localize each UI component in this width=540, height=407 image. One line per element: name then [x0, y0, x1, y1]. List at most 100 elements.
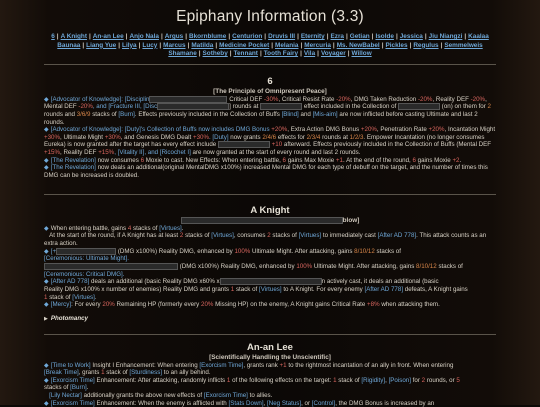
nav-link-ezra[interactable]: Ezra — [330, 33, 344, 40]
nav-link-tennant[interactable]: Tennant — [234, 50, 258, 57]
text-link[interactable]: [Sturdiness] — [129, 369, 162, 376]
text-link[interactable]: [Lily Nectar] — [49, 392, 82, 399]
text-link[interactable]: [Virtues] — [211, 232, 234, 239]
text-link[interactable]: [Stats Down] — [229, 400, 264, 407]
nav-link-jessica[interactable]: Jessica — [400, 33, 423, 40]
text: stacks of — [376, 247, 401, 255]
text-link[interactable]: [Ceremonious: Ultimate Might]. — [44, 255, 129, 262]
text-link[interactable]: , [Vitality II], and — [114, 149, 158, 156]
value: 1/2/3 — [349, 133, 364, 141]
value: 20% — [201, 301, 214, 309]
text-link[interactable]: [Virtues] — [72, 294, 95, 301]
text-link[interactable]: [Burn] — [118, 111, 135, 118]
text-link[interactable]: [Ricochet I] — [160, 149, 191, 156]
character-nav: 6 | A Knight | An-an Lee | Anjo Nala | Argus | Bko… — [8, 33, 532, 59]
nav-link-vila[interactable]: Vila — [304, 50, 315, 57]
text-link[interactable]: [Advocator of Knowledge]: [Duty]'s Colle… — [51, 126, 270, 133]
text-link[interactable]: [Break Time] — [44, 369, 79, 376]
text: to A Knight. For every enemy — [283, 285, 363, 293]
value: 2 — [421, 376, 426, 384]
text-link[interactable]: [After AD 778] — [51, 278, 90, 285]
nav-link-baunaa[interactable]: Baunaa — [57, 42, 80, 49]
text-link[interactable]: [Advocator of Knowledge]: [Disciplin — [51, 96, 150, 103]
value: +15% — [44, 149, 60, 157]
value: +30% — [44, 133, 60, 141]
text-link[interactable]: [After AD 778] — [378, 232, 417, 239]
nav-link-mercuria[interactable]: Mercuria — [304, 42, 331, 49]
nav-link-regulus[interactable]: Regulus — [413, 42, 438, 49]
text-link[interactable]: . [Duty] — [209, 134, 229, 141]
nav-separator: | — [125, 33, 128, 40]
text-link[interactable]: [Blind] — [282, 111, 299, 118]
nav-separator: | — [259, 50, 262, 58]
text: Reality DMG x100% x number of enemies) R… — [44, 285, 230, 293]
nav-link-a-knight[interactable]: A Knight — [61, 33, 87, 40]
text-link[interactable]: [Burn] — [70, 384, 87, 391]
nav-link-ms-newbabel[interactable]: Ms. NewBabel — [337, 42, 380, 49]
section-title: An-an Lee — [247, 342, 293, 353]
text-link[interactable]: [Poison] — [389, 377, 411, 384]
nav-link-tooth-fairy[interactable]: Tooth Fairy — [264, 50, 298, 57]
nav-link-medicine-pocket[interactable]: Medicine Pocket — [219, 42, 269, 49]
nav-separator: | — [345, 33, 348, 40]
text-link[interactable]: [The Revelation] — [51, 164, 96, 171]
section-title: 6 — [267, 76, 273, 87]
nav-separator: | — [118, 41, 121, 49]
nav-link-druvis-iii[interactable]: Druvis III — [268, 33, 295, 40]
text-link[interactable]: [Time to Work] — [51, 362, 91, 369]
text-link[interactable]: [Mis-aim] — [313, 111, 338, 118]
text-link[interactable]: [After AD 778] — [365, 286, 404, 293]
text-link[interactable]: [Exorcism Time] — [204, 392, 248, 399]
nav-link-melania[interactable]: Melania — [275, 42, 298, 49]
text: are now granted at the start of every ro… — [192, 149, 361, 157]
nav-link-centurion[interactable]: Centurion — [232, 33, 262, 40]
nav-link-6[interactable]: 6 — [51, 33, 55, 40]
nav-link-anjo-nala[interactable]: Anjo Nala — [129, 33, 158, 40]
text-link[interactable]: [Exorcism Time] — [199, 362, 243, 369]
text-link[interactable]: [Ceremonious: Critical DMG]. — [44, 271, 124, 278]
value: 1 — [230, 285, 235, 293]
nav-separator: | — [159, 41, 162, 49]
text: to an ally behind. — [163, 369, 211, 377]
nav-link-argus[interactable]: Argus — [165, 33, 183, 40]
value: 1 — [101, 369, 105, 377]
photomancy-toggle[interactable]: ▶ Photomancy — [44, 315, 496, 324]
nav-link-isolde[interactable]: Isolde — [375, 33, 393, 40]
nav-link-lucy[interactable]: Lucy — [142, 42, 157, 49]
text-link[interactable]: [Mercy] — [51, 301, 71, 308]
text-link[interactable]: [The Revelation] — [51, 157, 96, 164]
nav-link-jiu-niangzi[interactable]: Jiu Niangzi — [429, 33, 463, 40]
nav-link-getian[interactable]: Getian — [350, 33, 370, 40]
nav-link-lilya[interactable]: Lilya — [122, 42, 137, 49]
value: +30% — [192, 133, 209, 141]
nav-link-bkornblume[interactable]: Bkornblume — [189, 33, 226, 40]
text-link[interactable]: , and [Fracture III, [Disc — [93, 103, 157, 110]
text-link[interactable]: [Neg Status] — [267, 400, 301, 407]
nav-link-an-an-lee[interactable]: An-an Lee — [93, 33, 124, 40]
text-link[interactable]: [Rigidity] — [361, 377, 385, 384]
nav-link-pickles[interactable]: Pickles — [385, 42, 407, 49]
nav-link-liang-yue[interactable]: Liang Yue — [86, 42, 116, 49]
nav-link-marcus[interactable]: Marcus — [163, 42, 185, 49]
nav-link-sotheby[interactable]: Sotheby — [203, 50, 228, 57]
text-link[interactable]: [Exorcism Time] — [51, 400, 95, 407]
nav-link-voyager[interactable]: Voyager — [321, 50, 346, 57]
text: At the start of the round, if A Knight h… — [49, 232, 179, 240]
nav-separator: | — [264, 33, 267, 40]
nav-link-shamane[interactable]: Shamane — [168, 50, 196, 57]
text-link[interactable]: [Control] — [312, 400, 335, 407]
list-item: ◆ [Time to Work] Insight I Enhancement: W… — [44, 362, 496, 377]
nav-link-kaalaa[interactable]: Kaalaa — [468, 33, 489, 40]
text-link[interactable]: [Exorcism Time] — [51, 377, 95, 384]
nav-separator: | — [271, 41, 274, 49]
value: 6 — [282, 156, 286, 164]
text-link[interactable]: [Virtues] — [159, 225, 182, 232]
text-link[interactable]: [Virtues] — [259, 286, 282, 293]
section-subtitle: [Scientifically Handling the Unscientifi… — [209, 354, 331, 361]
text-link[interactable]: [Virtues] — [299, 232, 322, 239]
text: to the rightmost incantation of an ally … — [288, 361, 454, 369]
nav-link-willow[interactable]: Willow — [351, 50, 371, 57]
nav-link-semmelweis[interactable]: Semmelweis — [444, 42, 482, 49]
nav-link-matilda[interactable]: Matilda — [191, 42, 213, 49]
nav-link-eternity[interactable]: Eternity — [301, 33, 325, 40]
